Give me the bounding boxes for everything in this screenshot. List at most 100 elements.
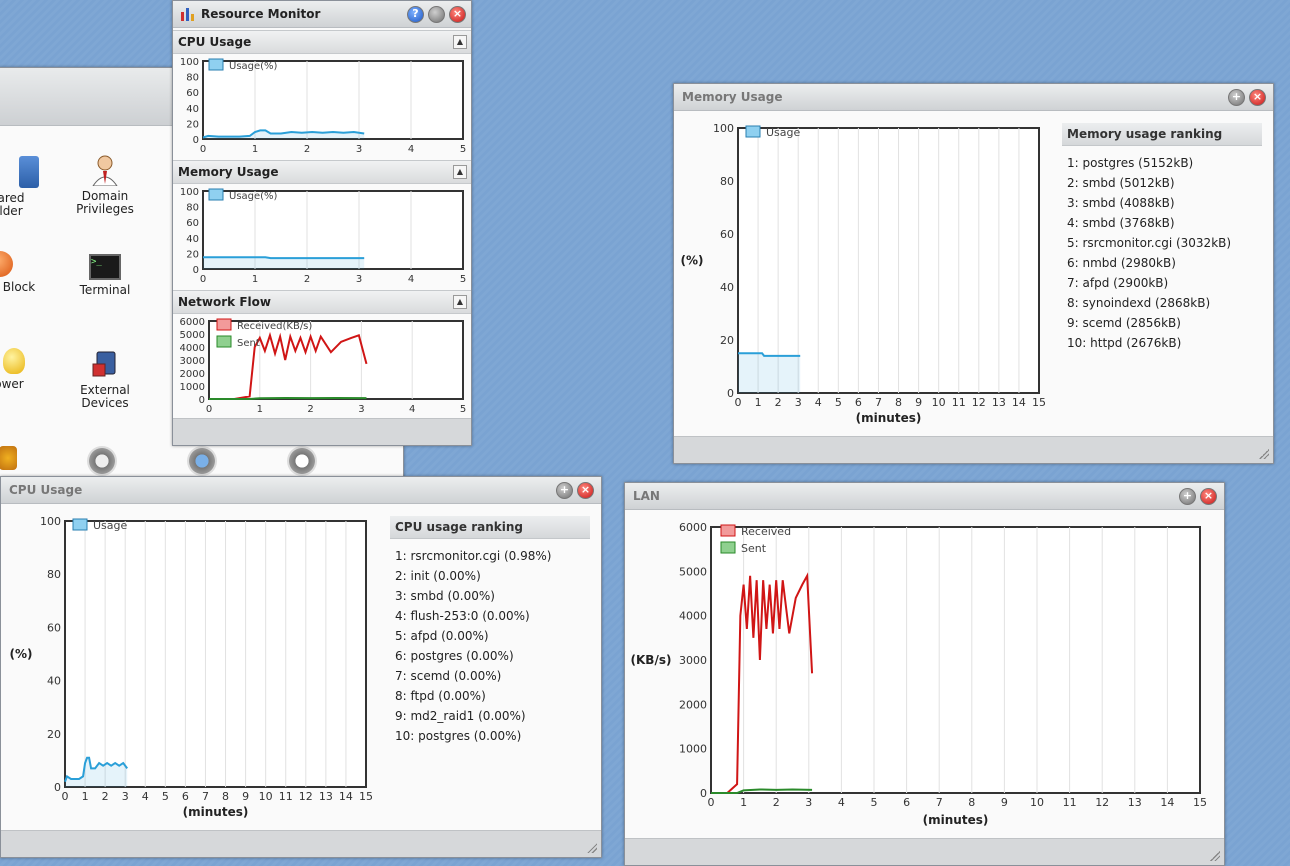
maximize-button[interactable]: + — [1228, 89, 1245, 106]
resize-grip-icon[interactable] — [1210, 851, 1220, 861]
cpu-usage-chart: 0 20 40 60 80 100 0 1 2 3 4 5 6 7 8 9 10 11 12 13 14 15 (%) (mi… — [1, 507, 386, 827]
x-tick-label: 2 — [307, 404, 313, 415]
x-tick-label: 6 — [182, 790, 189, 803]
ranking-item: 10: postgres (0.00%) — [395, 729, 522, 743]
memory-window-statusbar — [674, 436, 1273, 463]
legend-label: Usage(%) — [229, 191, 278, 202]
plot-area — [710, 526, 1201, 794]
cpu-window-titlebar[interactable]: CPU Usage + × — [1, 477, 601, 504]
x-tick-label: 11 — [952, 396, 966, 409]
mini-memory-chart: 0 20 40 60 80 100 0 1 2 3 4 5 Usage(%) — [173, 183, 471, 287]
memory-usage-window: Memory Usage + × 0 20 40 60 80 100 0 1 2 3 4 5 6 7 8 9 1… — [673, 83, 1274, 464]
maximize-button[interactable]: + — [556, 482, 573, 499]
memory-window-titlebar[interactable]: Memory Usage + × — [674, 84, 1273, 111]
lan-window-titlebar[interactable]: LAN + × — [625, 483, 1224, 510]
network-section-header[interactable]: Network Flow ▲ — [173, 290, 471, 314]
x-tick-label: 7 — [875, 396, 882, 409]
x-tick-label: 1 — [82, 790, 89, 803]
legend-swatch — [72, 518, 88, 531]
y-tick-label: 0 — [199, 395, 205, 406]
x-tick-label: 4 — [838, 796, 845, 809]
series-line — [209, 396, 367, 400]
close-button[interactable]: × — [1200, 488, 1217, 505]
chart-svg: 0 20 40 60 80 100 0 1 2 3 4 5 Usage(%) — [180, 57, 466, 155]
x-tick-label: 4 — [142, 790, 149, 803]
close-button[interactable]: × — [577, 482, 594, 499]
x-tick-label: 10 — [932, 396, 946, 409]
y-tick-label: 4000 — [679, 610, 707, 623]
x-tick-label: 4 — [409, 404, 415, 415]
y-tick-label: 2000 — [180, 369, 205, 380]
resize-grip-icon[interactable] — [1259, 449, 1269, 459]
close-button[interactable]: × — [1249, 89, 1266, 106]
x-tick-label: 5 — [835, 396, 842, 409]
x-tick-label: 1 — [252, 144, 258, 155]
gear-icon[interactable] — [0, 446, 17, 470]
mini-cpu-chart: 0 20 40 60 80 100 0 1 2 3 4 5 Usage(%) — [173, 53, 471, 157]
x-axis-label: (minutes) — [923, 813, 989, 827]
x-tick-label: 5 — [460, 274, 466, 285]
collapse-icon[interactable]: ▲ — [453, 35, 467, 49]
memory-section-header[interactable]: Memory Usage ▲ — [173, 160, 471, 184]
collapse-icon[interactable]: ▲ — [453, 295, 467, 309]
y-tick-label: 80 — [186, 73, 199, 84]
x-tick-label: 11 — [1063, 796, 1077, 809]
ranking-item: 7: afpd (2900kB) — [1067, 276, 1169, 290]
block-item[interactable]: Block — [0, 251, 59, 294]
maximize-button[interactable]: + — [1179, 488, 1196, 505]
resize-grip-icon[interactable] — [587, 843, 597, 853]
ranking-item: 3: smbd (4088kB) — [1067, 196, 1175, 210]
collapse-icon[interactable]: ▲ — [453, 165, 467, 179]
minimize-button[interactable] — [428, 6, 445, 23]
terminal-item[interactable]: >_ Terminal — [65, 254, 145, 297]
x-tick-label: 2 — [304, 274, 310, 285]
x-tick-label: 7 — [202, 790, 209, 803]
power-item[interactable]: ower — [0, 348, 49, 391]
ranking-item: 8: synoindexd (2868kB) — [1067, 296, 1211, 310]
plot-area — [64, 520, 367, 788]
resource-monitor-titlebar[interactable]: Resource Monitor ? × — [173, 1, 471, 28]
legend-swatch — [720, 541, 736, 554]
x-tick-label: 10 — [259, 790, 273, 803]
cpu-section-header[interactable]: CPU Usage ▲ — [173, 30, 471, 54]
series-line — [203, 256, 365, 260]
gear-icon[interactable] — [87, 446, 117, 476]
ranking-item: 4: flush-253:0 (0.00%) — [395, 609, 530, 623]
x-axis-label: (minutes) — [183, 805, 249, 819]
close-button[interactable]: × — [449, 6, 466, 23]
y-tick-label: 20 — [186, 119, 199, 130]
x-tick-label: 0 — [200, 144, 206, 155]
gear-icon[interactable] — [287, 446, 317, 476]
x-tick-label: 6 — [903, 796, 910, 809]
x-tick-label: 3 — [805, 796, 812, 809]
external-devices-item[interactable]: External Devices — [65, 348, 145, 410]
gear-icon[interactable] — [187, 446, 217, 476]
memory-ranking-panel: Memory usage ranking 1: postgres (5152kB… — [1062, 123, 1262, 353]
x-tick-label: 9 — [915, 396, 922, 409]
memory-usage-chart: 0 20 40 60 80 100 0 1 2 3 4 5 6 7 8 9 10 11 12 13 14 15 (%) (mi… — [674, 114, 1059, 432]
x-tick-label: 14 — [1012, 396, 1026, 409]
y-tick-label: 4000 — [180, 343, 205, 354]
x-tick-label: 0 — [735, 396, 742, 409]
ranking-item: 3: smbd (0.00%) — [395, 589, 495, 603]
y-tick-label: 40 — [47, 675, 61, 688]
ranking-item: 2: smbd (5012kB) — [1067, 176, 1175, 190]
help-button[interactable]: ? — [407, 6, 424, 23]
x-tick-label: 14 — [339, 790, 353, 803]
ranking-item: 5: afpd (0.00%) — [395, 629, 489, 643]
chart-svg: 0204060801000 1 2 3 4 5 6 7 8 9 10 11 12 13 14 15(%)(mi… — [10, 515, 374, 819]
y-axis-label: (%) — [681, 254, 704, 268]
terminal-icon: >_ — [89, 254, 121, 280]
y-tick-label: 100 — [180, 187, 199, 198]
y-tick-label: 100 — [180, 57, 199, 68]
domain-privileges-item[interactable]: Domain Privileges — [65, 154, 145, 216]
x-tick-label: 10 — [1030, 796, 1044, 809]
shared-folder-item[interactable]: ared lder — [0, 156, 51, 218]
x-axis-label: (minutes) — [856, 411, 922, 425]
x-tick-label: 13 — [319, 790, 333, 803]
cpu-ranking-panel: CPU usage ranking 1: rsrcmonitor.cgi (0.… — [390, 516, 590, 746]
ranking-item: 6: postgres (0.00%) — [395, 649, 514, 663]
x-tick-label: 8 — [895, 396, 902, 409]
x-tick-label: 3 — [795, 396, 802, 409]
plot-area — [208, 320, 464, 400]
